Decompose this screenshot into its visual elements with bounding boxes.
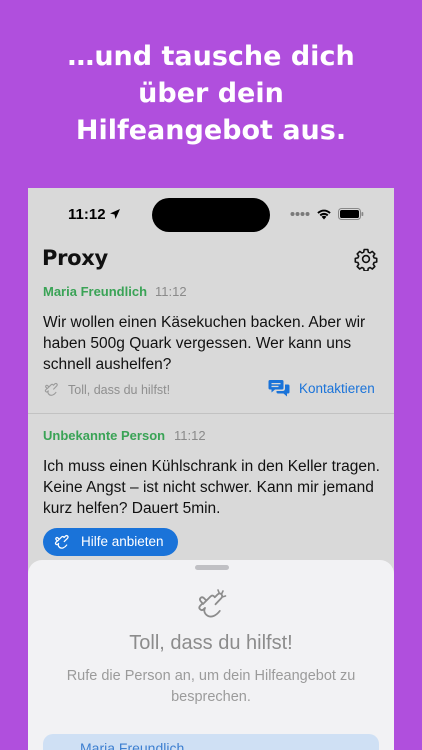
headline-line-1: …und tausche dich <box>67 41 355 72</box>
wifi-icon <box>317 209 331 220</box>
post-text: Wir wollen einen Käsekuchen backen. Aber… <box>43 314 366 373</box>
post-time: 11:12 <box>174 428 206 443</box>
post-author: Unbekannte Person <box>43 428 166 443</box>
status-time: 11:12 <box>68 206 106 223</box>
battery-icon <box>338 208 364 220</box>
dynamic-island <box>152 198 270 232</box>
sheet-message: Rufe die Person an, um dein Hilfeangebot… <box>66 668 356 705</box>
headline-line-3: Hilfeangebot aus. <box>75 115 347 146</box>
clapping-hands-icon <box>44 382 58 396</box>
help-request-post: Unbekannte Person 11:12 Ich muss einen K… <box>28 428 394 568</box>
promo-headline: …und tausche dich über dein Hilfeangebot… <box>0 38 422 149</box>
gear-icon[interactable] <box>354 247 378 271</box>
contact-person-name: Maria Freundlich <box>80 740 185 750</box>
contact-person-card[interactable]: Maria Freundlich <box>43 734 379 750</box>
help-offered-label: Toll, dass du hilfst! <box>68 383 171 397</box>
headline-line-2: über dein <box>138 78 284 109</box>
post-author: Maria Freundlich <box>43 284 148 299</box>
post-time: 11:12 <box>155 284 187 299</box>
offer-help-label: Hilfe anbieten <box>81 534 164 549</box>
app-title: Proxy <box>42 246 108 270</box>
chat-bubbles-icon <box>268 380 290 397</box>
clapping-hands-icon <box>54 534 69 549</box>
clapping-hands-icon <box>198 589 227 618</box>
location-arrow-icon <box>110 209 120 219</box>
post-text: Ich muss einen Kühlschrank in den Keller… <box>43 458 380 517</box>
offer-help-button[interactable]: Hilfe anbieten <box>43 528 178 556</box>
sheet-drag-handle[interactable] <box>195 565 229 570</box>
sheet-title: Toll, dass du hilfst! <box>129 632 293 654</box>
bottom-sheet: Toll, dass du hilfst! Rufe die Person an… <box>28 560 394 750</box>
signal-icon <box>290 212 310 216</box>
contact-label: Kontaktieren <box>299 381 375 396</box>
app-header: Proxy <box>28 242 394 282</box>
phone-screen: 11:12 Proxy Maria Freundlich 11:12 Wir w… <box>28 188 394 750</box>
status-bar: 11:12 <box>28 188 394 242</box>
help-request-post: Maria Freundlich 11:12 Wir wollen einen … <box>28 284 394 414</box>
